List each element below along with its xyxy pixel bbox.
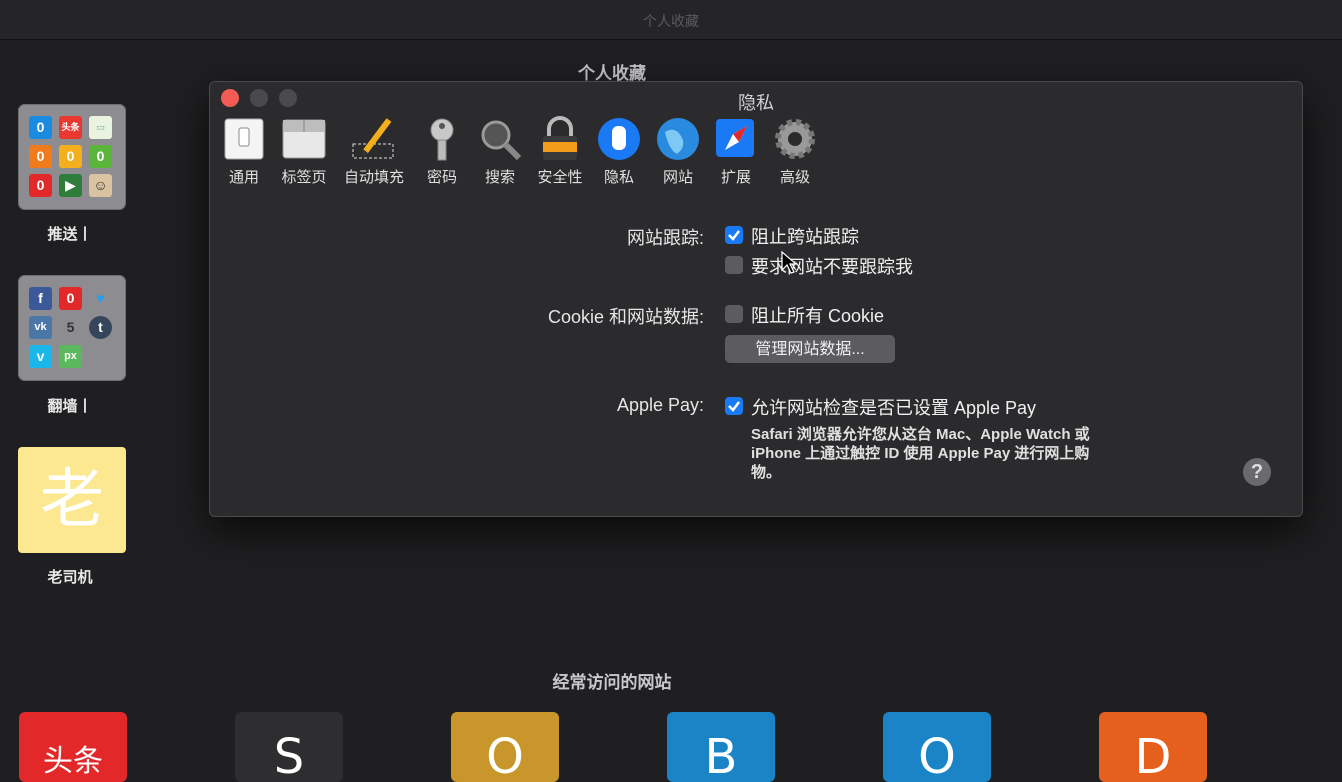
frequent-tile[interactable]: S	[235, 712, 343, 782]
app-icon: 0	[29, 174, 52, 197]
tab-websites[interactable]: 网站	[646, 116, 710, 187]
frequent-tile[interactable]: 头条	[19, 712, 127, 782]
twitter-icon: ♥	[96, 290, 105, 306]
privacy-preferences-window: 隐私 通用 标签页 自动填充 密码 搜索 安全性 隐私 网站 扩展 高级 网站跟…	[209, 81, 1303, 517]
gear-icon	[772, 116, 818, 162]
app-icon: 0	[29, 116, 52, 139]
top-bar-title: 个人收藏	[643, 13, 699, 29]
cookies-label: Cookie 和网站数据:	[547, 307, 704, 327]
frequent-tile[interactable]: O	[451, 712, 559, 782]
do-not-track-checkbox[interactable]	[725, 256, 743, 274]
apple-pay-allow-label: 允许网站检查是否已设置 Apple Pay	[751, 398, 1037, 418]
vk-icon: vk	[29, 316, 52, 339]
laosiji-tile[interactable]: 老	[18, 447, 126, 553]
folder-label: 翻墙丨	[47, 398, 93, 415]
magnifier-icon	[477, 116, 523, 162]
mouse-cursor-icon	[781, 251, 797, 274]
laosiji-label: 老司机	[47, 569, 93, 586]
app-icon: 头条	[59, 116, 82, 139]
compass-icon	[713, 116, 759, 162]
block-all-cookies-label: 阻止所有 Cookie	[751, 306, 885, 326]
facebook-icon: f	[29, 287, 52, 310]
frequent-tile[interactable]: O	[883, 712, 991, 782]
vimeo-icon: v	[29, 345, 52, 368]
tab-advanced[interactable]: 高级	[763, 116, 827, 187]
folder-tuisong[interactable]: 0 头条 ▭ 0 0 0 0 ▶ ☺	[18, 104, 126, 210]
app-icon: ▭	[89, 116, 112, 139]
key-icon	[419, 116, 465, 162]
top-bar: 个人收藏	[0, 0, 1342, 40]
folder-fanqiang[interactable]: f 0 ♥ vk 5 t v px	[18, 275, 126, 381]
frequent-tile[interactable]: D	[1099, 712, 1207, 782]
apple-pay-checkbox[interactable]	[725, 397, 743, 415]
folder-label: 推送丨	[47, 226, 93, 243]
do-not-track-label: 要求网站不要跟踪我	[751, 257, 913, 277]
manage-website-data-button[interactable]: 管理网站数据...	[725, 335, 895, 363]
prevent-cross-site-label: 阻止跨站跟踪	[751, 227, 859, 247]
prevent-cross-site-checkbox[interactable]	[725, 226, 743, 244]
app-icon: 5	[66, 319, 75, 335]
tracking-label: 网站跟踪:	[626, 228, 704, 248]
tab-search[interactable]: 搜索	[468, 116, 532, 187]
apple-pay-description: Safari 浏览器允许您从这台 Mac、Apple Watch 或 iPhon…	[751, 426, 1090, 481]
tab-autofill[interactable]: 自动填充	[342, 116, 406, 187]
app-icon: 0	[89, 145, 112, 168]
frequent-tile[interactable]: B	[667, 712, 775, 782]
help-button[interactable]: ?	[1243, 458, 1271, 486]
tab-privacy[interactable]: 隐私	[587, 116, 651, 187]
pencil-icon	[351, 116, 397, 162]
tumblr-icon: t	[89, 316, 112, 339]
globe-icon	[655, 116, 701, 162]
padlock-icon	[537, 116, 583, 162]
app-icon: 0	[29, 145, 52, 168]
apple-pay-label: Apple Pay:	[616, 395, 704, 415]
app-icon: ▶	[59, 174, 82, 197]
tab-general[interactable]: 通用	[212, 116, 276, 187]
window-title: 隐私	[738, 93, 774, 113]
frequent-heading: 经常访问的网站	[552, 673, 672, 692]
app-icon: 0	[59, 287, 82, 310]
tab-tabs[interactable]: 标签页	[272, 116, 336, 187]
tab-security[interactable]: 安全性	[528, 116, 592, 187]
tab-extensions[interactable]: 扩展	[704, 116, 768, 187]
app-icon: ☺	[89, 174, 112, 197]
app-icon: 0	[59, 145, 82, 168]
hand-icon	[596, 116, 642, 162]
tabs-icon	[281, 116, 327, 162]
switch-icon	[221, 116, 267, 162]
500px-icon: px	[59, 345, 82, 368]
tab-passwords[interactable]: 密码	[410, 116, 474, 187]
block-all-cookies-checkbox[interactable]	[725, 305, 743, 323]
